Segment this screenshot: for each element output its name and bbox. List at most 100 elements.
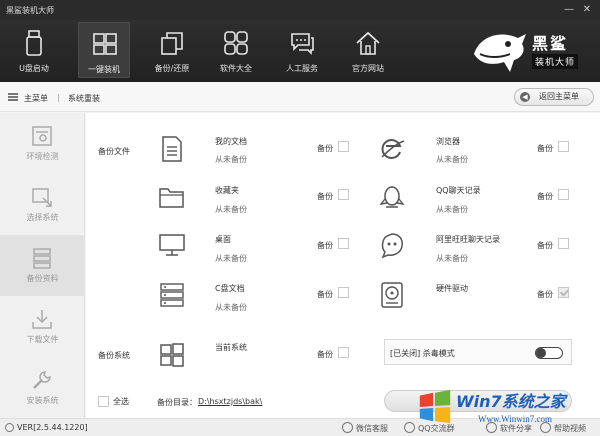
select-all-checkbox[interactable] <box>98 396 109 407</box>
breadcrumb-home[interactable]: 主菜单 <box>24 93 48 104</box>
folder-icon <box>159 188 184 208</box>
title-bar: 黑鲨装机大师 — ✕ <box>0 0 600 20</box>
toolbar-usb-boot[interactable]: U盘启动 <box>8 22 60 78</box>
sidebar-item-install-system[interactable]: 安装系统 <box>0 357 85 418</box>
backup-label: 备份 <box>537 144 553 153</box>
backup-checkbox-qq[interactable] <box>558 189 569 200</box>
install-wrench-icon <box>33 371 51 389</box>
backup-system-label: 备份系统 <box>98 351 130 360</box>
item-title: 阿里旺旺聊天记录 <box>436 235 500 244</box>
sidebar-item-download[interactable]: 下载文件 <box>0 296 85 357</box>
toolbar-label: U盘启动 <box>19 64 49 73</box>
toolbar-label: 官方网站 <box>352 64 384 73</box>
qq-icon <box>379 186 405 208</box>
sidebar-item-environment-check[interactable]: 环境检测 <box>0 113 85 174</box>
version-text: VER[2.5.44.1220] <box>17 423 88 432</box>
chat-service-icon <box>291 33 314 55</box>
close-button[interactable]: ✕ <box>580 3 594 17</box>
minimize-button[interactable]: — <box>562 3 576 17</box>
backup-dir-label: 备份目录： <box>157 398 197 407</box>
brand-logo: 黑鲨 装机大师 <box>470 24 588 78</box>
item-status: 从未备份 <box>215 155 247 164</box>
backup-checkbox-desktop[interactable] <box>338 238 349 249</box>
sidebar-item-label: 选择系统 <box>26 213 59 222</box>
sidebar-item-label: 环境检测 <box>26 152 59 161</box>
back-arrow-icon: ◀ <box>520 92 530 102</box>
wechat-icon <box>342 422 353 433</box>
windows-icon <box>93 33 117 55</box>
backup-label: 备份 <box>317 290 333 299</box>
back-button-label: 返回主菜单 <box>539 92 579 101</box>
backup-label: 备份 <box>537 192 553 201</box>
backup-checkbox-current-system[interactable] <box>338 347 349 358</box>
sidebar-item-select-system[interactable]: 选择系统 <box>0 174 85 235</box>
toolbar-human-service[interactable]: 人工服务 <box>276 22 328 78</box>
backup-checkbox-c-drive-docs[interactable] <box>338 287 349 298</box>
sidebar: 环境检测 选择系统 备份资料 下载文件 安装系统 <box>0 113 85 418</box>
item-title: C盘文档 <box>215 284 245 293</box>
sidebar-item-label: 下载文件 <box>26 335 59 344</box>
hard-drive-icon <box>381 282 403 308</box>
item-title: QQ聊天记录 <box>436 186 481 195</box>
item-status: 从未备份 <box>436 205 468 214</box>
antivirus-toggle[interactable] <box>535 347 563 359</box>
select-all-label[interactable]: 全选 <box>113 396 129 407</box>
backup-checkbox-favorites[interactable] <box>338 189 349 200</box>
toolbar-label: 备份/还原 <box>154 64 190 73</box>
toolbar-backup-restore[interactable]: 备份/还原 <box>146 22 198 78</box>
toggle-knob <box>536 348 546 358</box>
antivirus-mode-panel: [已关闭] 杀毒模式 <box>384 339 572 365</box>
environment-check-icon <box>32 126 52 146</box>
toolbar-official-site[interactable]: 官方网站 <box>342 22 394 78</box>
windows-icon <box>160 343 184 367</box>
wangwang-icon <box>381 233 403 259</box>
sidebar-item-backup-data[interactable]: 备份资料 <box>0 235 85 296</box>
item-title: 当前系统 <box>215 343 247 352</box>
backup-checkbox-wangwang[interactable] <box>558 238 569 249</box>
sidebar-item-label: 备份资料 <box>26 274 59 283</box>
breadcrumb-separator: | <box>57 93 60 102</box>
logo-subtitle: 装机大师 <box>532 54 579 69</box>
backup-data-icon <box>33 248 51 269</box>
menu-lines-icon <box>8 93 18 101</box>
item-status: 从未备份 <box>436 155 468 164</box>
item-title: 硬件驱动 <box>436 284 468 293</box>
item-status: 从未备份 <box>215 254 247 263</box>
backup-label: 备份 <box>317 192 333 201</box>
backup-checkbox-my-documents[interactable] <box>338 141 349 152</box>
logo-title: 黑鲨 <box>532 34 569 53</box>
select-system-icon <box>32 188 52 207</box>
toolbar-software[interactable]: 软件大全 <box>210 22 262 78</box>
toolbar-one-click-install[interactable]: 一键装机 <box>78 22 130 78</box>
backup-checkbox-browser[interactable] <box>558 141 569 152</box>
backup-dir-link[interactable]: D:\hsxtzjds\bak\ <box>198 397 262 406</box>
browser-icon <box>381 139 405 159</box>
document-icon <box>162 136 182 162</box>
back-to-main-button[interactable]: ◀ 返回主菜单 <box>514 88 594 106</box>
toolbar-label: 人工服务 <box>286 64 318 73</box>
apps-grid-icon <box>224 31 248 55</box>
backup-files-label: 备份文件 <box>98 147 130 156</box>
backup-label: 备份 <box>537 241 553 250</box>
backup-panel: 备份文件 我的文档 从未备份 备份 浏览器 从未备份 备份 收藏夹 从未备份 备… <box>86 113 600 418</box>
monitor-icon <box>159 234 185 256</box>
backup-label: 备份 <box>317 241 333 250</box>
backup-checkbox-drivers[interactable] <box>558 287 569 298</box>
watermark-title: Win7系统之家 <box>456 392 566 411</box>
qq-group-icon <box>404 422 415 433</box>
toolbar-label: 一键装机 <box>88 65 120 74</box>
usb-drive-icon <box>26 30 42 56</box>
wechat-service-link[interactable]: 微信客服 <box>356 423 388 434</box>
toolbar-label: 软件大全 <box>220 64 252 73</box>
item-status: 从未备份 <box>215 303 247 312</box>
home-icon <box>356 31 380 55</box>
windows-flag-logo-icon <box>419 389 451 424</box>
item-status: 从未备份 <box>436 254 468 263</box>
backup-label: 备份 <box>317 350 333 359</box>
breadcrumb: 主菜单 | 系统重装 <box>0 82 600 112</box>
site-watermark: Win7系统之家 Www.Winwin7.com <box>416 384 600 436</box>
backup-label: 备份 <box>537 290 553 299</box>
item-title: 收藏夹 <box>215 186 239 195</box>
backup-label: 备份 <box>317 144 333 153</box>
item-title: 浏览器 <box>436 137 460 146</box>
